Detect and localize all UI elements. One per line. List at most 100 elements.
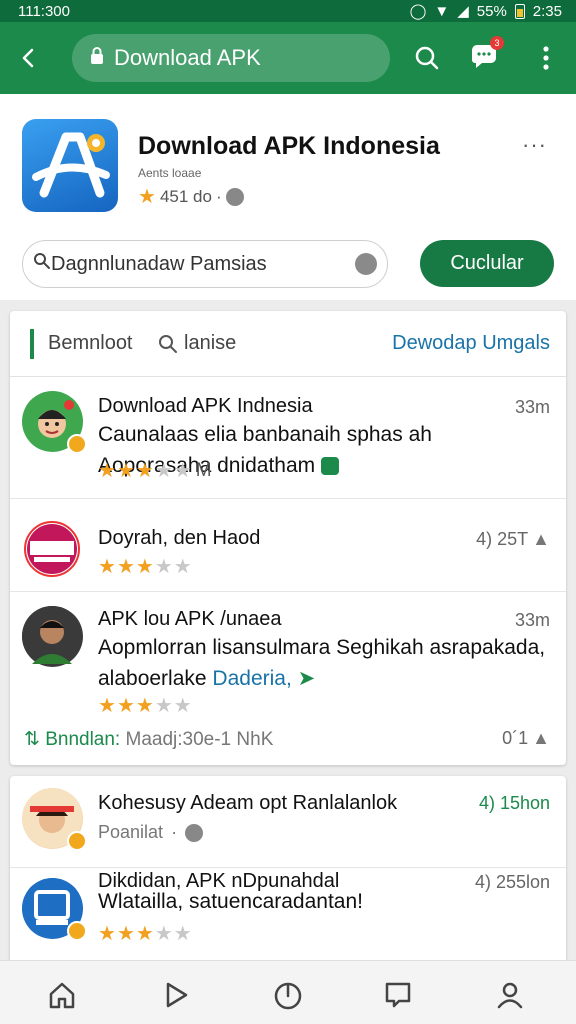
app-logo: [22, 119, 118, 212]
item-description: Wlatailla, satuencaradantan!: [98, 890, 363, 913]
star-icon: ★: [98, 923, 116, 945]
footer-detail: Maadj:30e-1 NhK: [125, 729, 274, 750]
tab-bar: Bemnloot lanise Dewodap Umgals: [10, 311, 566, 377]
app-subtitle: Aents loaae: [138, 166, 202, 180]
badge-icon: [67, 921, 87, 941]
item-meta: 4) 15hon: [478, 793, 550, 813]
person-icon[interactable]: [490, 975, 530, 1015]
search-value: Dagnnlunadaw Pamsias: [51, 252, 267, 275]
star-icon: ★: [154, 460, 173, 482]
dot-separator: ·: [171, 822, 178, 842]
tab-second[interactable]: lanise: [158, 332, 236, 355]
lock-icon: [90, 45, 104, 71]
avatar: [22, 788, 87, 851]
info-icon: [185, 823, 204, 842]
star-icon: ★: [154, 923, 173, 945]
item-description: Aopmlorran lisansulmara Seghikah asrapak…: [98, 632, 548, 694]
status-clock: 2:35: [532, 2, 562, 20]
footer-meta-value: 0´1: [502, 728, 529, 748]
play-icon[interactable]: [156, 975, 196, 1015]
home-icon[interactable]: [42, 975, 82, 1015]
battery-level: 55%: [476, 2, 507, 20]
item-description-link[interactable]: Daderia,: [212, 667, 291, 690]
more-horizontal-icon[interactable]: ···: [522, 132, 547, 158]
search-icon: [159, 334, 177, 353]
list-item[interactable]: Doyrah, den Haod 4) 25T ▲ ★ ★ ★ ★ ★: [10, 499, 566, 592]
message-icon[interactable]: [378, 975, 418, 1015]
item-footer-meta: 0´1 ▲: [502, 728, 550, 749]
dot-separator: ·: [215, 186, 222, 206]
star-icon: ★: [173, 695, 192, 717]
avatar: [22, 878, 87, 941]
star-icon: ★: [173, 460, 192, 482]
star-icon: ★: [98, 460, 116, 482]
info-icon: [225, 187, 244, 206]
star-icon: ★: [135, 556, 154, 578]
url-text: Download APK: [114, 45, 261, 70]
tab-link[interactable]: Dewodap Umgals: [392, 332, 550, 355]
star-icon: ★: [173, 923, 192, 945]
back-arrow-icon[interactable]: [0, 22, 58, 94]
item-meta: 33m: [514, 397, 550, 417]
alarm-icon: ◯: [409, 3, 427, 20]
share-icon: ➤: [297, 667, 316, 690]
star-icon: ★: [116, 556, 135, 578]
list-item[interactable]: Download APK Indnesia 33m Caunalaas elia…: [10, 377, 566, 499]
item-title: Download APK Indnesia: [98, 395, 313, 417]
clear-icon[interactable]: [355, 253, 377, 275]
search-icon[interactable]: [405, 36, 449, 80]
item-meta-value: 4) 25T: [476, 529, 529, 549]
star-icon: ★: [135, 460, 154, 482]
list-item[interactable]: Dikdidan, APK nDpunahdal 4) 255lon Wlata…: [10, 868, 566, 966]
power-icon[interactable]: [268, 975, 308, 1015]
notification-badge: 3: [490, 36, 504, 50]
tab-indicator: [30, 329, 34, 359]
primary-button[interactable]: Cuclular: [420, 240, 554, 287]
star-icon: ★: [173, 556, 192, 578]
results-card-secondary: Kohesusy Adeam opt Ranlalanlok 4) 15hon …: [10, 776, 566, 966]
thumbs-up-icon[interactable]: ▲: [532, 728, 550, 749]
item-title: Kohesusy Adeam opt Ranlalanlok: [98, 792, 398, 814]
status-time: 111:300: [18, 2, 70, 20]
wifi-icon: ▼: [434, 2, 450, 20]
more-vert-icon[interactable]: [524, 36, 568, 80]
status-bar: 111:300 ◯ ▼ ◢ 55% 2:35: [0, 0, 576, 22]
download-icon: ⇅: [24, 729, 40, 750]
avatar: [24, 521, 80, 577]
avatar: [22, 606, 83, 667]
star-icon: ★: [116, 460, 135, 482]
url-bar[interactable]: Download APK: [72, 34, 390, 82]
star-icon: ★: [98, 695, 116, 717]
footer-label[interactable]: Bnndlan:: [45, 729, 120, 750]
tab-second-label: lanise: [184, 332, 237, 354]
star-icon: ★: [135, 923, 154, 945]
star-icon: ★: [138, 186, 156, 208]
search-input[interactable]: Dagnnlunadaw Pamsias: [22, 240, 388, 288]
status-icons: ◯ ▼ ◢ 55% 2:35: [409, 2, 562, 21]
thumbs-up-icon[interactable]: ▲: [532, 529, 550, 550]
star-rating: ★ ★ ★ ★ ★ M: [98, 460, 212, 482]
app-rating: ★ 451 do ·: [138, 184, 244, 209]
star-icon: ★: [116, 923, 135, 945]
item-title: Doyrah, den Haod: [98, 527, 261, 549]
signal-icon: ◢: [457, 3, 469, 20]
verified-icon: [321, 457, 340, 476]
item-subtitle-text: Poanilat: [98, 822, 164, 842]
list-item[interactable]: Kohesusy Adeam opt Ranlalanlok 4) 15hon …: [10, 776, 566, 868]
badge-icon: [67, 434, 87, 454]
star-rating: ★ ★ ★ ★ ★: [98, 924, 192, 944]
item-footer: ⇅ Bnndlan: Maadj:30e-1 NhK: [24, 728, 273, 751]
list-item[interactable]: APK lou APK /unaea 33m Aopmlorran lisans…: [10, 592, 566, 765]
item-subtitle: Poanilat ·: [98, 822, 204, 843]
star-rating: ★ ★ ★ ★ ★: [98, 696, 192, 716]
browser-toolbar: Download APK 3: [0, 22, 576, 94]
app-header: Download APK Indonesia Aents loaae ★ 451…: [0, 94, 576, 300]
item-meta: 33m: [514, 610, 550, 630]
rating-value: 451 do: [159, 186, 212, 206]
star-rating: ★ ★ ★ ★ ★: [98, 557, 192, 577]
results-card: Bemnloot lanise Dewodap Umgals Download …: [10, 311, 566, 765]
star-icon: ★: [154, 556, 173, 578]
chat-icon[interactable]: 3: [462, 36, 506, 80]
tab-first[interactable]: Bemnloot: [48, 332, 133, 355]
star-icon: ★: [154, 695, 173, 717]
